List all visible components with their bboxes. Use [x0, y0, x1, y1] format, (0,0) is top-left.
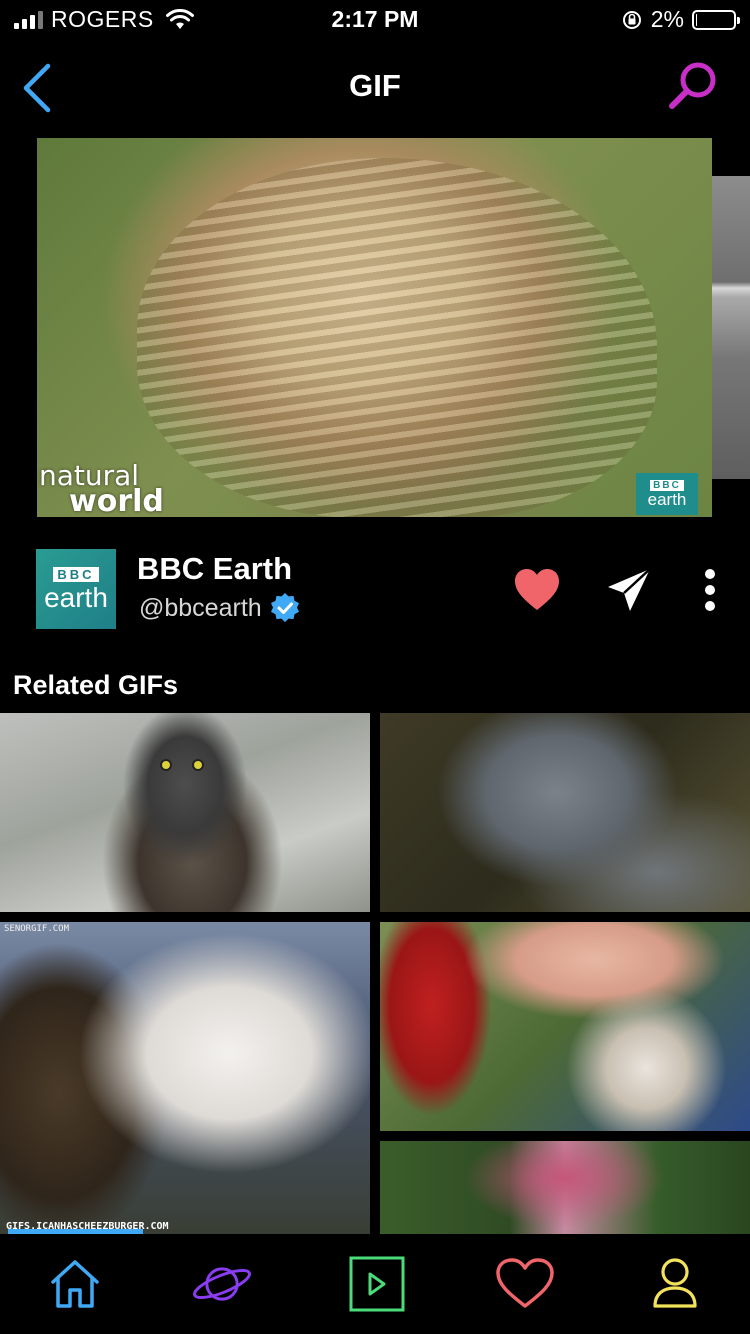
channel-handle-row[interactable]: @bbcearth: [139, 593, 300, 623]
status-right: 2%: [621, 6, 740, 33]
status-bar: ROGERS 2:17 PM 2%: [0, 0, 750, 40]
related-gif-shoebill[interactable]: [380, 713, 750, 912]
watermark-earth-label: earth: [647, 490, 687, 509]
channel-row: BBC earth BBC Earth @bbcearth: [0, 545, 750, 635]
tab-favorites[interactable]: [493, 1252, 557, 1316]
avatar-bbc-label: BBC: [53, 566, 99, 582]
natural-world-watermark: natural world: [39, 461, 164, 517]
planet-icon: [193, 1267, 251, 1301]
orientation-lock-icon: [622, 10, 641, 29]
related-gifs-heading: Related GIFs: [13, 670, 179, 700]
battery-level: [696, 13, 697, 26]
more-vertical-icon: [705, 569, 715, 611]
owl-eye-left: [160, 759, 172, 771]
bbc-earth-watermark: BBC earth: [636, 473, 698, 515]
channel-avatar[interactable]: BBC earth: [36, 549, 116, 629]
tab-profile[interactable]: [643, 1252, 707, 1316]
related-gif-owl-petting[interactable]: [380, 922, 750, 1131]
channel-name[interactable]: BBC Earth: [137, 551, 292, 587]
heart-icon: [515, 569, 559, 610]
next-gif-peek[interactable]: [712, 176, 750, 479]
gif-motion-blur: [137, 158, 657, 517]
related-gif-garden[interactable]: [380, 1141, 750, 1234]
tab-video[interactable]: [344, 1252, 408, 1316]
page-title: GIF: [349, 68, 401, 103]
verified-badge-icon: [270, 593, 299, 623]
gif-source-caption: SENORGIF.COM: [4, 924, 70, 934]
gif-progress-bar: [8, 1229, 143, 1234]
main-gif[interactable]: natural world BBC earth: [37, 138, 712, 517]
related-gif-llama[interactable]: SENORGIF.COM GIFS.ICANHASCHEEZBURGER.COM: [0, 922, 370, 1234]
battery-percent: 2%: [650, 6, 684, 32]
user-icon: [653, 1258, 697, 1308]
avatar-earth-label: earth: [44, 581, 108, 613]
share-button[interactable]: [606, 567, 652, 613]
channel-handle: @bbcearth: [139, 593, 262, 622]
like-button[interactable]: [513, 567, 561, 613]
battery-icon: [692, 9, 740, 30]
home-icon: [51, 1260, 99, 1308]
nav-bar: GIF: [0, 48, 750, 124]
more-options-button[interactable]: [698, 565, 722, 615]
search-icon: [669, 62, 716, 109]
tab-home[interactable]: [43, 1252, 107, 1316]
tab-bar: [0, 1240, 750, 1334]
owl-eye-right: [192, 759, 204, 771]
search-button[interactable]: [666, 58, 722, 114]
watermark-line2: world: [69, 484, 164, 517]
gif-detail-screen: ROGERS 2:17 PM 2% GIF natural world BBC …: [0, 0, 750, 1334]
heart-outline-icon: [496, 1258, 554, 1308]
paper-plane-icon: [608, 568, 651, 611]
tab-explore[interactable]: [190, 1252, 254, 1316]
related-gif-owl[interactable]: [0, 713, 370, 912]
play-icon: [349, 1256, 405, 1312]
